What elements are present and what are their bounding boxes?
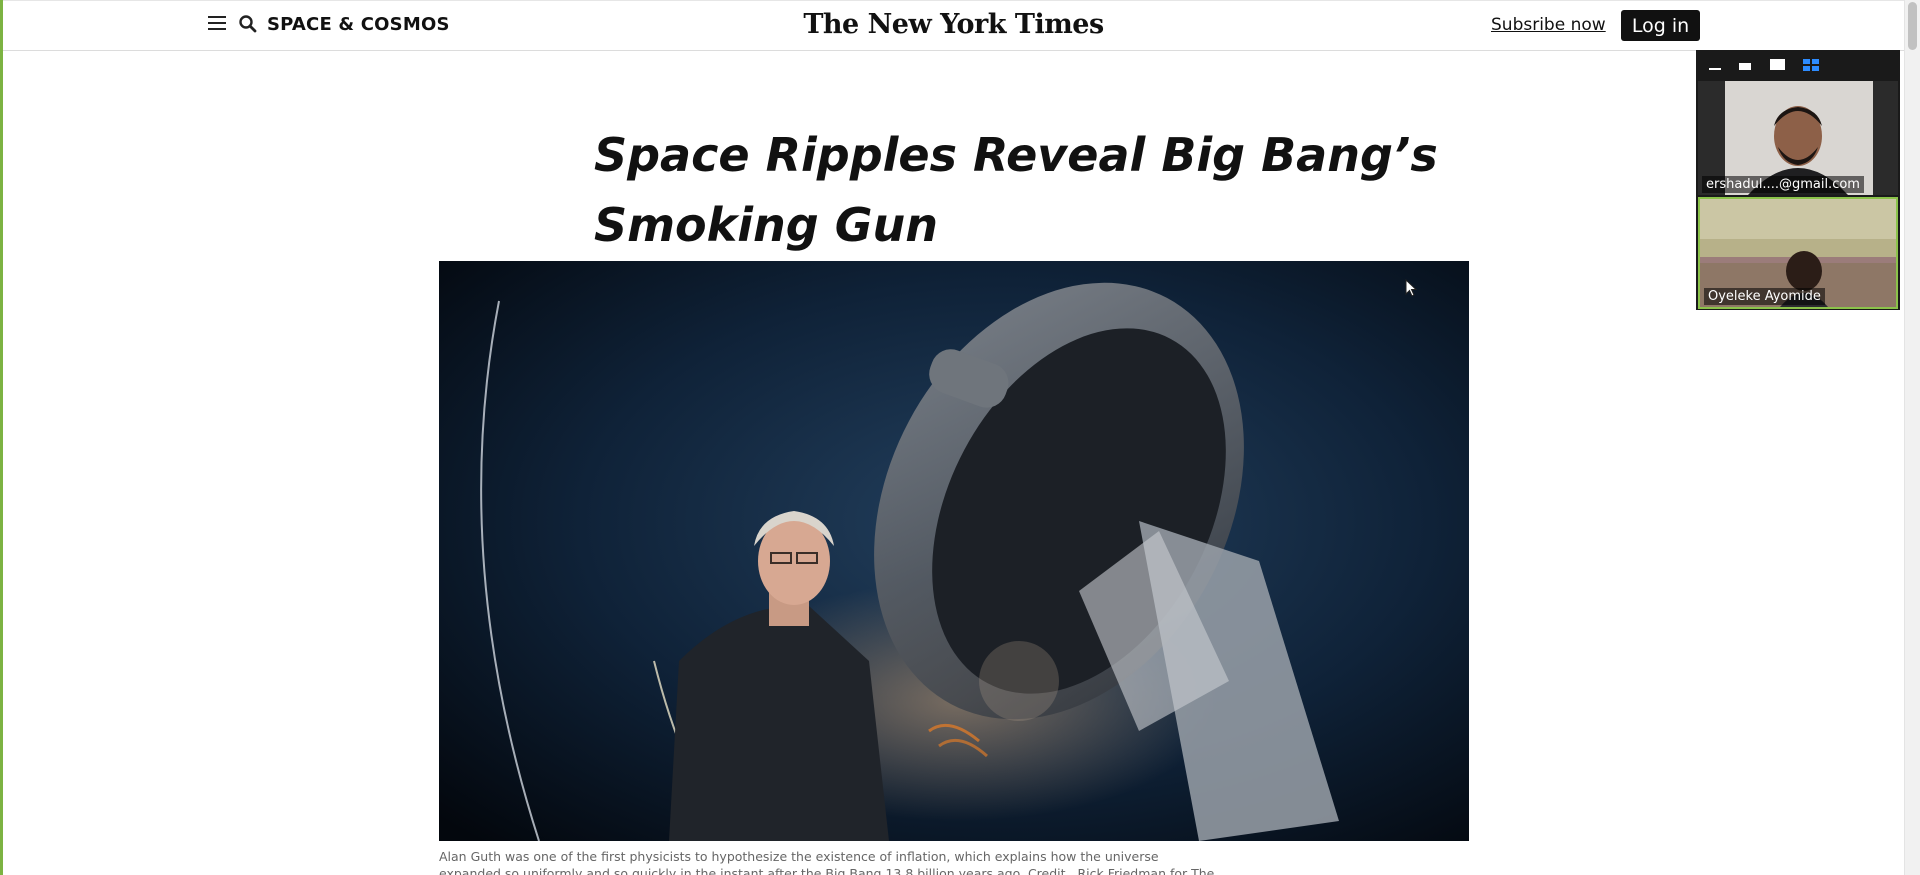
nyt-logo[interactable]: The New York Times [3,9,1904,40]
participant-tile-active[interactable]: Oyeleke Ayomide [1698,197,1898,309]
gallery-view-icon[interactable] [1803,59,1819,71]
video-call-panel[interactable]: ershadul....@gmail.com Oyeleke Ayomide [1696,50,1900,310]
minimize-icon[interactable] [1709,68,1721,70]
small-view-icon[interactable] [1739,63,1751,70]
participant-tile[interactable]: ershadul....@gmail.com [1698,81,1898,195]
mouse-cursor-icon [1405,279,1418,297]
article-headline: Space Ripples Reveal Big Bang’s Smoking … [594,128,1438,252]
medium-view-icon[interactable] [1770,59,1785,70]
page-scrollbar[interactable] [1904,0,1920,875]
site-header: SPACE & COSMOS The New York Times Subsri… [3,0,1904,51]
window-frame-edge [0,0,3,875]
hero-photo [439,261,1469,841]
scrollbar-thumb[interactable] [1908,2,1917,50]
video-view-controls [1696,50,1900,80]
photo-caption: Alan Guth was one of the first physicist… [439,849,1215,875]
subscribe-link[interactable]: Subsribe now [1491,15,1606,35]
participant-name: ershadul....@gmail.com [1702,176,1864,193]
participant-name: Oyeleke Ayomide [1704,288,1825,305]
login-button[interactable]: Log in [1621,10,1700,41]
